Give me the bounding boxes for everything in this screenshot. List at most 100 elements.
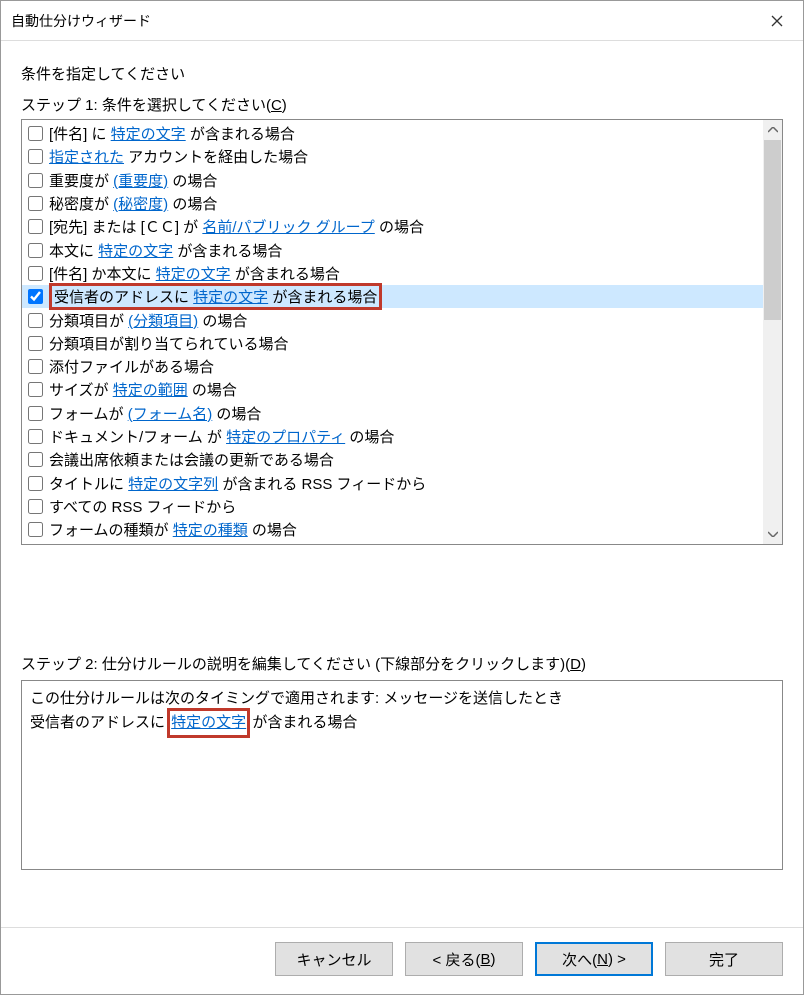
close-button[interactable]: [754, 5, 799, 37]
window-title: 自動仕分けウィザード: [11, 11, 754, 31]
wizard-window: 自動仕分けウィザード 条件を指定してください ステップ 1: 条件を選択してくだ…: [0, 0, 804, 995]
cancel-button[interactable]: キャンセル: [275, 942, 393, 976]
next-button[interactable]: 次へ(N) >: [535, 942, 653, 976]
condition-row[interactable]: 重要度が (重要度) の場合: [22, 169, 763, 192]
step1-prefix: ステップ 1: 条件を選択してください(: [21, 97, 271, 114]
condition-row[interactable]: ドキュメント/フォーム が 特定のプロパティ の場合: [22, 425, 763, 448]
scroll-down-button[interactable]: [763, 524, 782, 544]
condition-checkbox[interactable]: [28, 289, 43, 304]
condition-text-fragment: の場合: [168, 173, 217, 190]
condition-text: 本文に 特定の文字 が含まれる場合: [49, 240, 282, 261]
step1-label: ステップ 1: 条件を選択してください(C): [21, 94, 783, 115]
condition-checkbox[interactable]: [28, 336, 43, 351]
condition-checkbox[interactable]: [28, 452, 43, 467]
finish-button[interactable]: 完了: [665, 942, 783, 976]
condition-checkbox[interactable]: [28, 499, 43, 514]
condition-link[interactable]: 特定の文字: [98, 243, 173, 260]
condition-text: 重要度が (重要度) の場合: [49, 170, 217, 191]
condition-row[interactable]: すべての RSS フィードから: [22, 495, 763, 518]
condition-link[interactable]: 名前/パブリック グループ: [202, 219, 374, 236]
condition-checkbox[interactable]: [28, 196, 43, 211]
scroll-track[interactable]: [763, 140, 782, 524]
condition-text: 会議出席依頼または会議の更新である場合: [49, 449, 334, 470]
scroll-up-button[interactable]: [763, 120, 782, 140]
desc-line2-pre: 受信者のアドレスに: [30, 714, 169, 731]
condition-row[interactable]: [件名] に 特定の文字 が含まれる場合: [22, 122, 763, 145]
condition-checkbox[interactable]: [28, 382, 43, 397]
condition-link[interactable]: (フォーム名): [128, 406, 213, 423]
condition-row[interactable]: 分類項目が割り当てられている場合: [22, 332, 763, 355]
condition-row[interactable]: 本文に 特定の文字 が含まれる場合: [22, 238, 763, 261]
finish-label: 完了: [709, 949, 739, 970]
condition-text-fragment: の場合: [188, 382, 237, 399]
condition-text: すべての RSS フィードから: [49, 496, 236, 517]
scroll-thumb[interactable]: [764, 140, 781, 320]
back-post: ): [490, 951, 495, 968]
condition-row[interactable]: [件名] か本文に 特定の文字 が含まれる場合: [22, 262, 763, 285]
condition-checkbox[interactable]: [28, 149, 43, 164]
titlebar: 自動仕分けウィザード: [1, 1, 803, 41]
desc-line2: 受信者のアドレスに 特定の文字 が含まれる場合: [30, 711, 774, 735]
condition-link[interactable]: 特定の文字: [111, 126, 186, 143]
condition-text-fragment: アカウントを経由した場合: [124, 149, 308, 166]
condition-text-fragment: 秘密度が: [49, 196, 113, 213]
condition-link[interactable]: 特定の文字: [156, 266, 231, 283]
condition-checkbox[interactable]: [28, 313, 43, 328]
condition-link[interactable]: (重要度): [113, 173, 168, 190]
step1-accesskey: C: [271, 97, 282, 114]
condition-checkbox[interactable]: [28, 476, 43, 491]
back-button[interactable]: < 戻る(B): [405, 942, 523, 976]
condition-link[interactable]: 特定の種類: [173, 522, 248, 539]
condition-link[interactable]: 指定された: [49, 149, 124, 166]
condition-checkbox[interactable]: [28, 243, 43, 258]
condition-row[interactable]: フォームの種類が 特定の種類 の場合: [22, 518, 763, 541]
condition-checkbox[interactable]: [28, 429, 43, 444]
condition-checkbox[interactable]: [28, 359, 43, 374]
conditions-listbox[interactable]: [件名] に 特定の文字 が含まれる場合指定された アカウントを経由した場合重要…: [22, 120, 763, 544]
condition-checkbox[interactable]: [28, 266, 43, 281]
step2-suffix: ): [581, 656, 586, 673]
desc-link[interactable]: 特定の文字: [171, 714, 246, 731]
condition-link[interactable]: 特定の文字: [193, 289, 268, 306]
condition-row[interactable]: 受信者のアドレスに 特定の文字 が含まれる場合: [22, 285, 763, 308]
condition-row[interactable]: タイトルに 特定の文字列 が含まれる RSS フィードから: [22, 471, 763, 494]
condition-text: [件名] に 特定の文字 が含まれる場合: [49, 123, 295, 144]
button-row: キャンセル < 戻る(B) 次へ(N) > 完了: [1, 928, 803, 994]
condition-row[interactable]: 秘密度が (秘密度) の場合: [22, 192, 763, 215]
condition-link[interactable]: 特定のプロパティ: [226, 429, 345, 446]
condition-text-fragment: 分類項目が割り当てられている場合: [49, 336, 289, 353]
condition-text-fragment: すべての RSS フィードから: [49, 499, 236, 516]
step2-accesskey: D: [570, 656, 581, 673]
back-key: B: [480, 951, 490, 968]
condition-checkbox[interactable]: [28, 522, 43, 537]
condition-row[interactable]: 添付ファイルがある場合: [22, 355, 763, 378]
condition-link[interactable]: (秘密度): [113, 196, 168, 213]
condition-link[interactable]: 特定の文字列: [128, 476, 218, 493]
condition-text-fragment: の場合: [198, 313, 247, 330]
condition-checkbox[interactable]: [28, 219, 43, 234]
condition-checkbox[interactable]: [28, 406, 43, 421]
condition-link[interactable]: (分類項目): [128, 313, 198, 330]
conditions-list-wrap: [件名] に 特定の文字 が含まれる場合指定された アカウントを経由した場合重要…: [21, 119, 783, 545]
desc-highlight: 特定の文字: [167, 708, 250, 738]
desc-line1: この仕分けルールは次のタイミングで適用されます: メッセージを送信したとき: [30, 687, 774, 711]
condition-row[interactable]: 指定された アカウントを経由した場合: [22, 145, 763, 168]
step2-label: ステップ 2: 仕分けルールの説明を編集してください (下線部分をクリックします…: [21, 653, 783, 674]
condition-checkbox[interactable]: [28, 173, 43, 188]
condition-row[interactable]: 分類項目が (分類項目) の場合: [22, 308, 763, 331]
back-pre: < 戻る(: [433, 949, 481, 970]
scrollbar[interactable]: [763, 120, 782, 544]
desc-line2-post: が含まれる場合: [248, 714, 357, 731]
condition-row[interactable]: フォームが (フォーム名) の場合: [22, 402, 763, 425]
condition-text-fragment: の場合: [375, 219, 424, 236]
condition-row[interactable]: [宛先] または [ＣＣ] が 名前/パブリック グループ の場合: [22, 215, 763, 238]
condition-checkbox[interactable]: [28, 126, 43, 141]
condition-text: サイズが 特定の範囲 の場合: [49, 379, 237, 400]
condition-row[interactable]: 会議出席依頼または会議の更新である場合: [22, 448, 763, 471]
condition-text-fragment: 添付ファイルがある場合: [49, 359, 214, 376]
condition-text-fragment: 受信者のアドレスに: [54, 289, 193, 306]
condition-text-fragment: が含まれる RSS フィードから: [218, 476, 426, 493]
condition-row[interactable]: サイズが 特定の範囲 の場合: [22, 378, 763, 401]
condition-link[interactable]: 特定の範囲: [113, 382, 188, 399]
condition-text-fragment: 会議出席依頼または会議の更新である場合: [49, 452, 334, 469]
